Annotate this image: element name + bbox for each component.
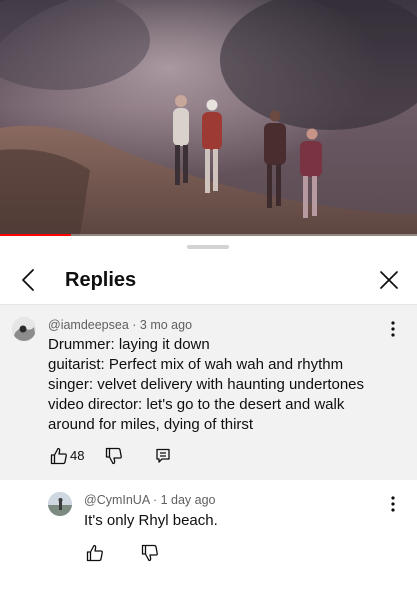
dislike-button[interactable]	[103, 445, 125, 467]
back-button[interactable]	[16, 266, 40, 294]
comment-meta: @iamdeepsea · 3 mo ago	[48, 318, 193, 332]
parent-comment: @iamdeepsea · 3 mo ago Drummer: laying i…	[0, 305, 417, 480]
video-frame	[0, 0, 417, 236]
drag-handle[interactable]	[187, 245, 229, 249]
comment-meta: @CymInUA · 1 day ago	[84, 493, 216, 507]
like-button[interactable]	[84, 542, 106, 564]
thumbs-up-icon	[86, 544, 103, 562]
panel-title: Replies	[65, 269, 137, 291]
comment-actions	[84, 542, 204, 566]
thumbs-up-icon	[50, 447, 67, 465]
comment-line: video director: let's go to the desert a…	[48, 396, 345, 413]
dislike-button[interactable]	[139, 542, 161, 564]
video-player[interactable]	[0, 0, 417, 236]
comment-line: around for miles, dying of thirst	[48, 416, 254, 433]
more-vertical-icon	[391, 496, 395, 512]
avatar-image	[48, 492, 72, 516]
video-progress-fill	[0, 234, 71, 236]
replies-panel: Replies @iamdeepsea · 3 mo ago Drummer:	[0, 237, 417, 600]
thumbs-down-icon	[141, 544, 158, 562]
video-progress-bar[interactable]	[0, 234, 417, 236]
chevron-left-icon	[22, 269, 34, 291]
like-button[interactable]	[48, 445, 70, 467]
more-vertical-icon	[391, 321, 395, 337]
comment-menu-button[interactable]	[385, 494, 401, 514]
thumbs-down-icon	[105, 447, 122, 465]
comment-line: Drummer: laying it down	[48, 336, 210, 353]
reply-button[interactable]	[152, 445, 174, 467]
reply-body: It's only Rhyl beach.	[84, 512, 218, 529]
like-count: 48	[70, 448, 85, 463]
reply-comment: @CymInUA · 1 day ago It's only Rhyl beac…	[0, 480, 417, 600]
close-icon	[380, 271, 398, 289]
replies-header: Replies	[0, 255, 417, 305]
close-button[interactable]	[376, 266, 402, 294]
comment-icon	[156, 448, 170, 463]
comment-line: singer: velvet delivery with haunting un…	[48, 376, 365, 393]
comment-actions: 48	[48, 445, 248, 469]
comment-line: guitarist: Perfect mix of wah wah and rh…	[48, 356, 344, 373]
avatar[interactable]	[48, 492, 72, 516]
comment-body: Drummer: laying it down guitarist: Perfe…	[48, 335, 388, 435]
avatar-image	[12, 317, 36, 341]
avatar[interactable]	[12, 317, 36, 341]
